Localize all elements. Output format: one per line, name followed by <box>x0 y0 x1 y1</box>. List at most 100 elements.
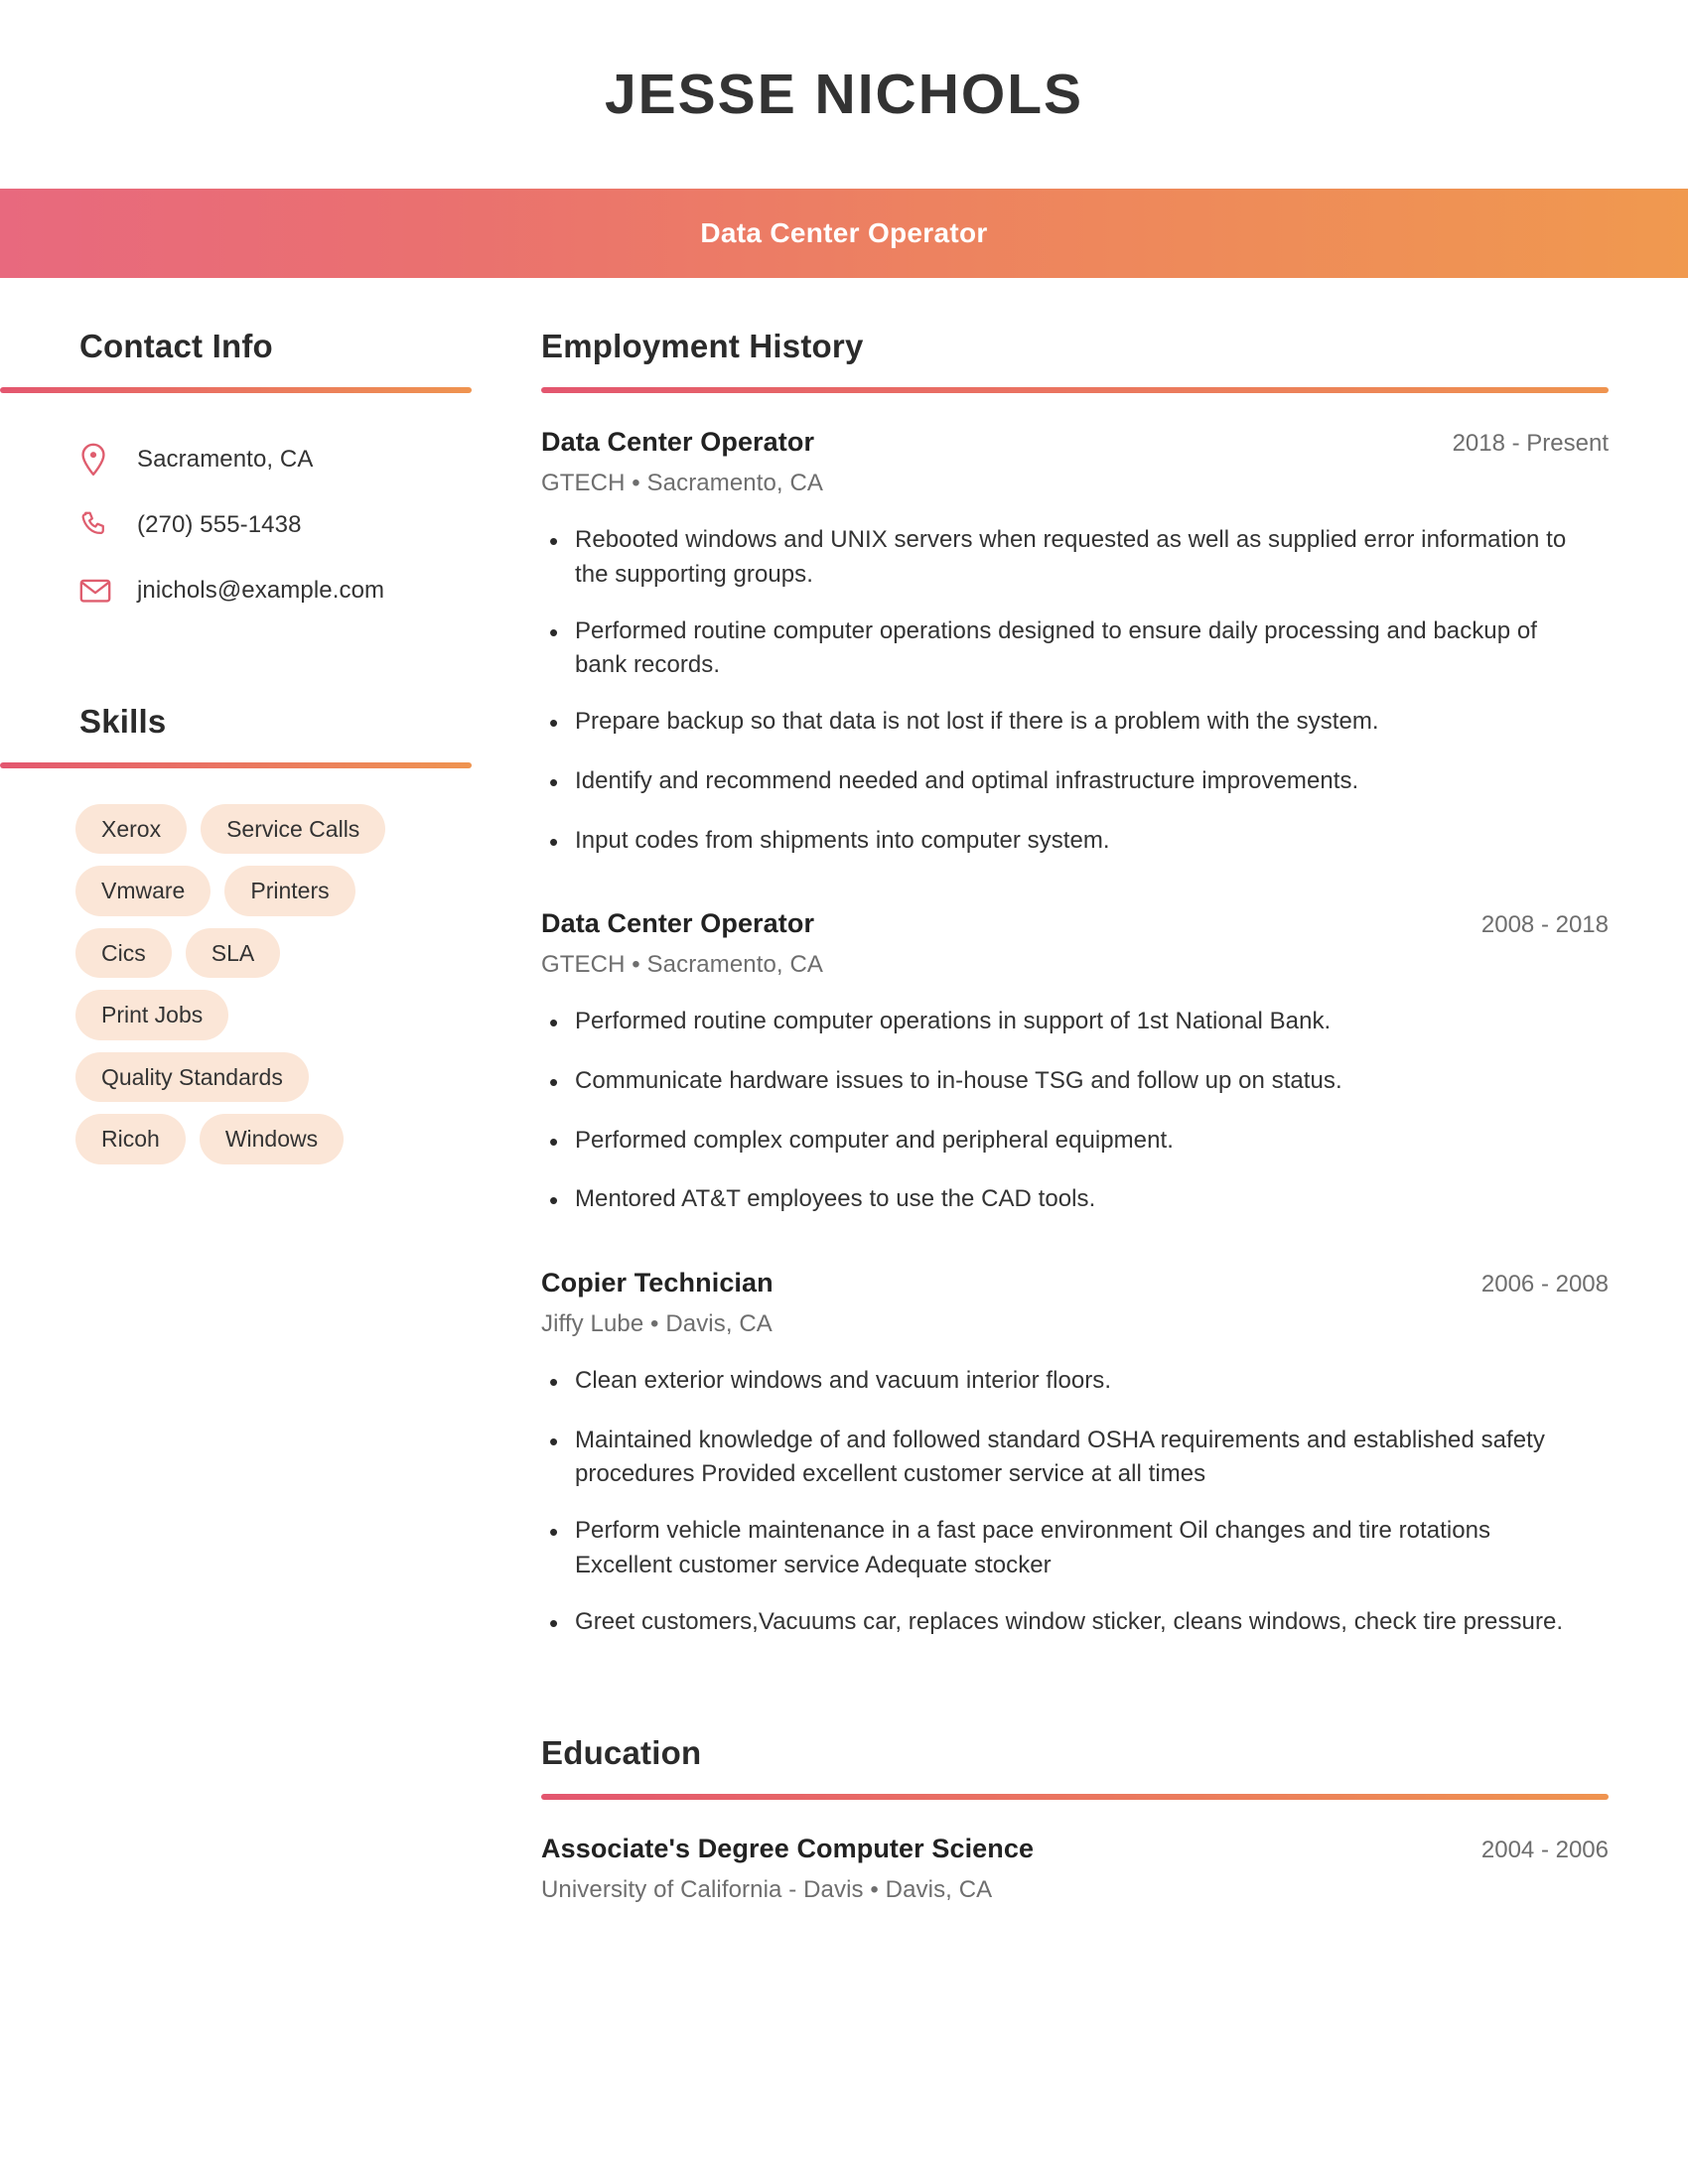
education-entry-header: Associate's Degree Computer Science 2004 … <box>541 1834 1609 1864</box>
employment-divider <box>541 387 1609 393</box>
skills-divider <box>0 762 472 768</box>
skill-pill: Service Calls <box>201 804 386 855</box>
envelope-icon <box>79 578 119 604</box>
education-divider <box>541 1793 1609 1800</box>
list-item: • Rebooted windows and UNIX servers when … <box>541 523 1609 593</box>
employment-entry-header: Data Center Operator 2018 - Present <box>541 427 1609 458</box>
bullet-dot-icon: • <box>549 1008 559 1038</box>
skill-pill: Cics <box>75 927 172 979</box>
resume-header: JESSE NICHOLS <box>0 0 1688 189</box>
list-item: • Performed routine computer operations i… <box>541 1005 1609 1042</box>
employment-bullet-list: • Clean exterior windows and vacuum inter… <box>541 1364 1609 1643</box>
list-item: • Prepare backup so that data is not lost… <box>541 705 1609 743</box>
list-item: • Greet customers,Vacuums car, replaces w… <box>541 1605 1609 1643</box>
contact-item-location[interactable]: Sacramento, CA <box>79 427 541 492</box>
bullet-text: Mentored AT&T employees to use the CAD t… <box>575 1185 1096 1213</box>
list-item: • Clean exterior windows and vacuum inter… <box>541 1364 1609 1402</box>
skill-pill: Xerox <box>75 804 188 855</box>
education-school-location: University of California - Davis • Davis… <box>541 1875 993 1903</box>
page-title: JESSE NICHOLS <box>604 62 1084 126</box>
entry-spacer <box>541 883 1609 908</box>
skill-pill: Print Jobs <box>75 990 229 1040</box>
employment-dates: 2006 - 2008 <box>1480 1271 1609 1297</box>
list-item: • Performed routine computer operations d… <box>541 614 1609 684</box>
bullet-dot-icon: • <box>549 708 559 739</box>
list-item: • Communicate hardware issues to in-house… <box>541 1064 1609 1102</box>
list-item: • Perform vehicle maintenance in a fast p… <box>541 1514 1609 1583</box>
bullet-dot-icon: • <box>549 616 559 647</box>
employment-bullet-list: • Rebooted windows and UNIX servers when … <box>541 523 1609 861</box>
list-item: • Maintained knowledge of and followed st… <box>541 1424 1609 1493</box>
contact-email-text: jnichols@example.com <box>137 577 385 604</box>
skill-pill: Printers <box>224 866 355 916</box>
list-item: • Performed complex computer and peripher… <box>541 1124 1609 1161</box>
contact-divider <box>0 387 472 393</box>
bullet-dot-icon: • <box>549 1426 559 1456</box>
bullet-text: Prepare backup so that data is not lost … <box>575 708 1379 736</box>
bullet-dot-icon: • <box>549 766 559 797</box>
bullet-dot-icon: • <box>549 1517 559 1548</box>
contact-item-email[interactable]: jnichols@example.com <box>79 558 541 623</box>
resume-page: JESSE NICHOLS Data Center Operator Conta… <box>0 0 1688 2184</box>
employment-entry: Data Center Operator 2018 - Present GTECH … <box>541 427 1609 861</box>
bullet-dot-icon: • <box>549 826 559 857</box>
employment-bullet-list: • Performed routine computer operations i… <box>541 1005 1609 1220</box>
bullet-text: Performed routine computer operations de… <box>575 616 1537 679</box>
list-item: • Mentored AT&T employees to use the CAD … <box>541 1182 1609 1220</box>
job-title-banner: Data Center Operator <box>0 189 1688 278</box>
list-item: • Identify and recommend needed and optim… <box>541 764 1609 802</box>
skill-pill: Windows <box>199 1114 345 1164</box>
contact-list: Sacramento, CA (270) 555-1438 jnichols@e… <box>0 427 541 623</box>
contact-phone-text: (270) 555-1438 <box>137 511 302 538</box>
education-entry-list: Associate's Degree Computer Science 2004 … <box>541 1834 1609 1904</box>
contact-location-text: Sacramento, CA <box>137 446 314 473</box>
employment-entry: Data Center Operator 2008 - 2018 GTECH • S… <box>541 908 1609 1220</box>
education-section: Education Associate's Degree Computer Sc… <box>541 1734 1609 1904</box>
employment-company-location: GTECH • Sacramento, CA <box>541 951 824 979</box>
employment-dates: 2018 - Present <box>1452 430 1609 457</box>
bullet-text: Rebooted windows and UNIX servers when r… <box>575 526 1567 588</box>
employment-company-location: Jiffy Lube • Davis, CA <box>541 1310 773 1337</box>
bullet-dot-icon: • <box>549 1066 559 1097</box>
skills-list: Xerox Service Calls Vmware Printers Cics SLA P… <box>0 804 417 1164</box>
education-degree: Associate's Degree Computer Science <box>541 1833 1035 1863</box>
bullet-text: Maintained knowledge of and followed sta… <box>575 1426 1545 1488</box>
employment-entry-list: Data Center Operator 2018 - Present GTECH … <box>541 427 1609 1643</box>
bullet-text: Clean exterior windows and vacuum interi… <box>575 1367 1112 1394</box>
education-heading: Education <box>541 1733 702 1771</box>
education-dates: 2004 - 2006 <box>1480 1836 1609 1863</box>
employment-section: Employment History Data Center Operator 2… <box>541 328 1609 1643</box>
bullet-dot-icon: • <box>549 1367 559 1397</box>
bullet-text: Perform vehicle maintenance in a fast pa… <box>575 1517 1491 1579</box>
skill-pill: SLA <box>185 927 281 979</box>
employment-company-location: GTECH • Sacramento, CA <box>541 470 824 496</box>
skills-heading: Skills <box>79 703 167 740</box>
bullet-text: Identify and recommend needed and optima… <box>575 766 1359 794</box>
contact-section: Contact Info Sacramento, CA (270) 555-14… <box>0 328 541 623</box>
employment-role: Data Center Operator <box>541 908 815 939</box>
job-title-text: Data Center Operator <box>700 217 988 248</box>
education-entry: Associate's Degree Computer Science 2004 … <box>541 1834 1609 1904</box>
resume-body: Contact Info Sacramento, CA (270) 555-14… <box>0 278 1688 1904</box>
skills-section: Skills Xerox Service Calls Vmware Printers C… <box>0 703 541 1164</box>
bullet-text: Communicate hardware issues to in-house … <box>575 1066 1342 1094</box>
contact-item-phone[interactable]: (270) 555-1438 <box>79 492 541 558</box>
bullet-text: Input codes from shipments into computer… <box>575 826 1110 854</box>
employment-role: Data Center Operator <box>541 427 815 457</box>
contact-heading: Contact Info <box>79 328 273 364</box>
sidebar: Contact Info Sacramento, CA (270) 555-14… <box>0 328 541 1164</box>
employment-role: Copier Technician <box>541 1268 774 1297</box>
employment-entry: Copier Technician 2006 - 2008 Jiffy Lube •… <box>541 1268 1609 1643</box>
bullet-dot-icon: • <box>549 1607 559 1638</box>
list-item: • Input codes from shipments into compute… <box>541 824 1609 862</box>
bullet-dot-icon: • <box>549 1126 559 1157</box>
bullet-text: Performed complex computer and periphera… <box>575 1126 1174 1154</box>
skill-pill: Ricoh <box>75 1114 186 1164</box>
bullet-dot-icon: • <box>549 526 559 556</box>
employment-heading: Employment History <box>541 328 864 364</box>
entry-spacer <box>541 1242 1609 1268</box>
skill-pill: Quality Standards <box>75 1051 309 1103</box>
bullet-text: Greet customers,Vacuums car, replaces wi… <box>575 1607 1564 1635</box>
employment-entry-header: Data Center Operator 2008 - 2018 <box>541 908 1609 939</box>
bullet-dot-icon: • <box>549 1185 559 1216</box>
